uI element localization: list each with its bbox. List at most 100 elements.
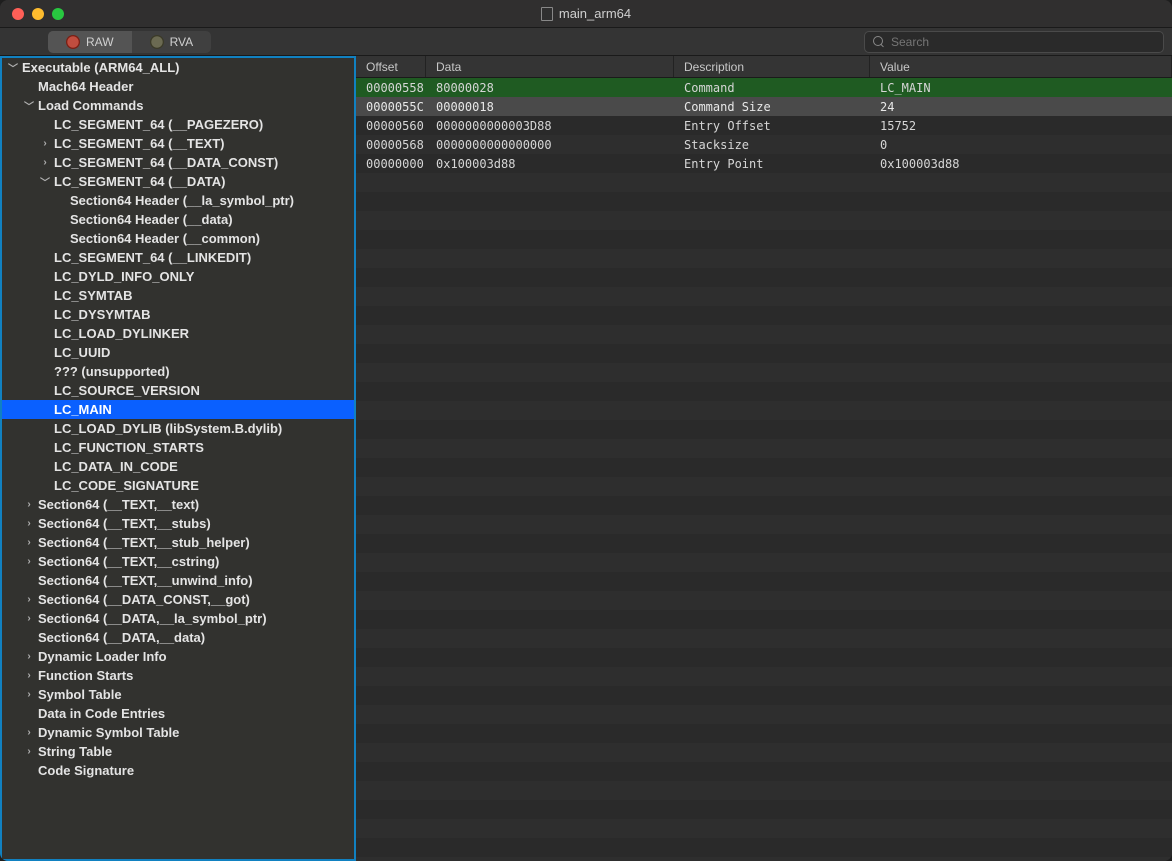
tree-item[interactable]: Mach64 Header	[2, 77, 354, 96]
table-row[interactable]: 000000000x100003d88Entry Point0x100003d8…	[356, 154, 1172, 173]
table-row[interactable]: 000005600000000000003D88Entry Offset1575…	[356, 116, 1172, 135]
empty-row	[356, 819, 1172, 838]
tree-item[interactable]: ﹀ LC_SEGMENT_64 (__DATA)	[2, 172, 354, 191]
tree-item[interactable]: ›Symbol Table	[2, 685, 354, 704]
tree-item[interactable]: LC_DYSYMTAB	[2, 305, 354, 324]
tree-item-label: LC_SYMTAB	[54, 288, 132, 303]
tree-item[interactable]: ›Section64 (__TEXT,__stubs)	[2, 514, 354, 533]
chevron-right-icon[interactable]: ›	[24, 518, 34, 529]
tree-item-label: String Table	[38, 744, 112, 759]
tree-item[interactable]: LC_FUNCTION_STARTS	[2, 438, 354, 457]
search-field-wrap[interactable]	[864, 31, 1164, 53]
table-body[interactable]: 0000055880000028CommandLC_MAIN0000055C00…	[356, 78, 1172, 861]
close-window-button[interactable]	[12, 8, 24, 20]
table-row[interactable]: 0000055880000028CommandLC_MAIN	[356, 78, 1172, 97]
chevron-right-icon[interactable]: ›	[24, 727, 34, 738]
tree-item-label: Section64 (__TEXT,__cstring)	[38, 554, 219, 569]
tree-item[interactable]: LC_DATA_IN_CODE	[2, 457, 354, 476]
chevron-right-icon[interactable]: ›	[24, 537, 34, 548]
tree-item-label: Code Signature	[38, 763, 134, 778]
tree-item[interactable]: Code Signature	[2, 761, 354, 780]
tab-raw[interactable]: RAW	[48, 31, 132, 53]
cell-desc: Entry Offset	[674, 116, 870, 135]
maximize-window-button[interactable]	[52, 8, 64, 20]
chevron-right-icon[interactable]: ›	[24, 670, 34, 681]
tree-item[interactable]: ›Section64 (__TEXT,__text)	[2, 495, 354, 514]
empty-row	[356, 439, 1172, 458]
empty-row	[356, 800, 1172, 819]
chevron-right-icon[interactable]: ›	[24, 746, 34, 757]
column-header-value[interactable]: Value	[870, 56, 1172, 77]
chevron-down-icon[interactable]: ﹀	[24, 98, 34, 113]
chevron-down-icon[interactable]: ﹀	[40, 174, 50, 189]
chevron-right-icon[interactable]: ›	[24, 594, 34, 605]
tree-item[interactable]: ›Section64 (__DATA,__la_symbol_ptr)	[2, 609, 354, 628]
tree-item[interactable]: Section64 Header (__common)	[2, 229, 354, 248]
tree-item[interactable]: ›Dynamic Symbol Table	[2, 723, 354, 742]
tree-item-label: Mach64 Header	[38, 79, 133, 94]
chevron-right-icon[interactable]: ›	[40, 138, 50, 149]
tree-item[interactable]: LC_SEGMENT_64 (__LINKEDIT)	[2, 248, 354, 267]
column-header-offset[interactable]: Offset	[356, 56, 426, 77]
tree-item[interactable]: LC_LOAD_DYLIB (libSystem.B.dylib)	[2, 419, 354, 438]
chevron-right-icon[interactable]: ›	[24, 689, 34, 700]
search-input[interactable]	[891, 35, 1155, 49]
tree-item[interactable]: Section64 Header (__data)	[2, 210, 354, 229]
table-header: Offset Data Description Value	[356, 56, 1172, 78]
chevron-right-icon[interactable]: ›	[24, 556, 34, 567]
empty-row	[356, 629, 1172, 648]
tree-item[interactable]: ??? (unsupported)	[2, 362, 354, 381]
tree-item-label: LC_SEGMENT_64 (__LINKEDIT)	[54, 250, 251, 265]
minimize-window-button[interactable]	[32, 8, 44, 20]
tree-item[interactable]: LC_DYLD_INFO_ONLY	[2, 267, 354, 286]
tab-raw-label: RAW	[86, 35, 114, 49]
window-title-wrap: main_arm64	[0, 6, 1172, 21]
table-row[interactable]: 000005680000000000000000Stacksize0	[356, 135, 1172, 154]
tree-item[interactable]: LC_SEGMENT_64 (__PAGEZERO)	[2, 115, 354, 134]
tree-item[interactable]: LC_SOURCE_VERSION	[2, 381, 354, 400]
sidebar-tree[interactable]: ﹀Executable (ARM64_ALL) Mach64 Header ﹀Loa…	[0, 56, 356, 861]
empty-row	[356, 344, 1172, 363]
tree-item-label: Section64 Header (__data)	[70, 212, 233, 227]
tree-item[interactable]: Section64 Header (__la_symbol_ptr)	[2, 191, 354, 210]
chevron-right-icon[interactable]: ›	[24, 651, 34, 662]
tree-item[interactable]: ›LC_SEGMENT_64 (__DATA_CONST)	[2, 153, 354, 172]
tree-item[interactable]: ›Section64 (__TEXT,__stub_helper)	[2, 533, 354, 552]
tree-item[interactable]: LC_MAIN	[2, 400, 354, 419]
traffic-lights	[0, 8, 64, 20]
tree-item-label: LC_DATA_IN_CODE	[54, 459, 178, 474]
cell-offset: 00000000	[356, 154, 426, 173]
tree-item[interactable]: ›Dynamic Loader Info	[2, 647, 354, 666]
tree-item[interactable]: LC_LOAD_DYLINKER	[2, 324, 354, 343]
empty-row	[356, 781, 1172, 800]
tree-item-label: LC_SEGMENT_64 (__DATA)	[54, 174, 225, 189]
tree-item[interactable]: ﹀Load Commands	[2, 96, 354, 115]
tree-item[interactable]: › LC_SEGMENT_64 (__TEXT)	[2, 134, 354, 153]
tree-item[interactable]: › String Table	[2, 742, 354, 761]
tree-item[interactable]: ›Function Starts	[2, 666, 354, 685]
column-header-description[interactable]: Description	[674, 56, 870, 77]
empty-row	[356, 724, 1172, 743]
empty-row	[356, 572, 1172, 591]
chevron-right-icon[interactable]: ›	[40, 157, 50, 168]
tree-item[interactable]: LC_CODE_SIGNATURE	[2, 476, 354, 495]
tree-item[interactable]: › Section64 (__TEXT,__cstring)	[2, 552, 354, 571]
tree-item[interactable]: › Section64 (__DATA_CONST,__got)	[2, 590, 354, 609]
column-header-data[interactable]: Data	[426, 56, 674, 77]
tree-item-label: LC_SEGMENT_64 (__TEXT)	[54, 136, 225, 151]
empty-row	[356, 496, 1172, 515]
tree-item[interactable]: LC_SYMTAB	[2, 286, 354, 305]
chevron-right-icon[interactable]: ›	[24, 499, 34, 510]
tree-item-label: Section64 (__DATA_CONST,__got)	[38, 592, 250, 607]
tree-item[interactable]: Section64 (__TEXT,__unwind_info)	[2, 571, 354, 590]
chevron-right-icon[interactable]: ›	[24, 613, 34, 624]
tree-item[interactable]: Section64 (__DATA,__data)	[2, 628, 354, 647]
chevron-down-icon[interactable]: ﹀	[8, 60, 18, 75]
tab-rva[interactable]: RVA	[132, 31, 212, 53]
tree-item[interactable]: ﹀Executable (ARM64_ALL)	[2, 58, 354, 77]
titlebar: main_arm64	[0, 0, 1172, 28]
empty-row	[356, 287, 1172, 306]
tree-item[interactable]: Data in Code Entries	[2, 704, 354, 723]
tree-item[interactable]: LC_UUID	[2, 343, 354, 362]
table-row[interactable]: 0000055C00000018Command Size24	[356, 97, 1172, 116]
